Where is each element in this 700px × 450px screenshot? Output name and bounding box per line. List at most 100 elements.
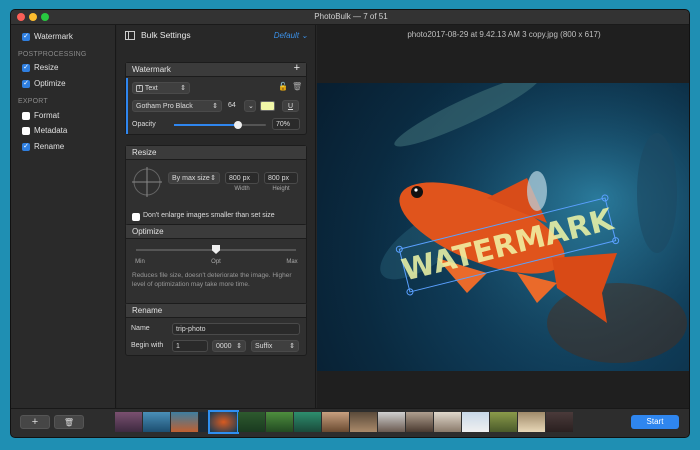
sidebar-item-optimize[interactable]: ✓ Optimize	[22, 79, 66, 88]
opacity-slider-knob[interactable]	[234, 121, 243, 129]
resize-mode-value: By max size	[172, 175, 210, 182]
sidebar-item-watermark[interactable]: ✓ Watermark	[22, 32, 73, 41]
sidebar-item-rename[interactable]: ✓ Rename	[22, 142, 64, 151]
sidebar-item-label: Resize	[34, 63, 59, 72]
sidebar-item-metadata[interactable]: Metadata	[22, 126, 67, 135]
watermark-checkbox[interactable]: ✓	[22, 32, 30, 41]
thumbnail[interactable]	[294, 412, 321, 432]
fish-photo-image: WATERMARK	[317, 83, 689, 371]
text-type-icon: T	[136, 84, 143, 92]
app-window: PhotoBulk — 7 of 51 ✓ Watermark POSTPROC…	[10, 9, 690, 438]
thumbnail[interactable]	[518, 412, 545, 432]
opacity-value-field[interactable]: 70%	[272, 118, 300, 130]
thumbnail[interactable]	[238, 412, 265, 432]
name-field[interactable]: trip-photo	[172, 323, 300, 335]
width-field[interactable]: 800 px	[225, 172, 259, 184]
thumbnail[interactable]	[434, 412, 461, 432]
chevron-updown-icon: ⇕	[212, 103, 218, 110]
thumbnail-selected[interactable]	[208, 410, 239, 434]
chevron-down-icon: ⌄	[301, 30, 308, 40]
lock-icon[interactable]: 🔓	[278, 82, 288, 91]
opacity-slider[interactable]	[174, 121, 266, 129]
thumbnail[interactable]	[143, 412, 170, 432]
postprocessing-header: POSTPROCESSING	[18, 51, 87, 58]
trash-icon: 🗑	[63, 418, 75, 427]
sidebar-toggle-icon[interactable]	[125, 30, 135, 40]
thumbnail-strip[interactable]	[115, 410, 585, 434]
height-field[interactable]: 800 px	[264, 172, 298, 184]
thumbnail[interactable]	[462, 412, 489, 432]
width-value: 800 px	[229, 175, 251, 182]
font-size-field[interactable]: 64	[225, 100, 243, 112]
window-title: PhotoBulk — 7 of 51	[314, 12, 388, 21]
resize-panel-header: Resize	[126, 146, 306, 160]
digits-select[interactable]: 0000 ⇕	[212, 340, 246, 352]
sidebar-item-label: Rename	[34, 142, 65, 151]
trash-icon[interactable]: 🗑	[292, 82, 302, 91]
chevron-down-icon: ⌄	[248, 103, 254, 110]
font-value: Gotham Pro Black	[136, 103, 193, 110]
thumbnail[interactable]	[490, 412, 517, 432]
font-size-value: 64	[228, 102, 236, 109]
dont-enlarge-checkbox[interactable]	[132, 213, 140, 221]
thumbnail[interactable]	[322, 412, 349, 432]
export-header: EXPORT	[18, 98, 48, 105]
optimize-max-label: Max	[286, 259, 298, 265]
watermark-type-value: Text	[144, 85, 158, 92]
resize-checkbox[interactable]: ✓	[22, 63, 30, 72]
preset-label: Default	[273, 30, 300, 40]
name-value: trip-photo	[176, 326, 206, 333]
settings-title: Bulk Settings	[141, 30, 191, 40]
preview-photo: WATERMARK	[317, 83, 689, 371]
sidebar-item-label: Optimize	[34, 79, 66, 88]
sidebar-item-label: Metadata	[34, 126, 68, 135]
thumbnail[interactable]	[115, 412, 142, 432]
watermark-panel: Watermark + T Text ⇕ 🔓 🗑 Gotham Pro Blac…	[125, 62, 307, 135]
optimize-checkbox[interactable]: ✓	[22, 79, 30, 88]
sidebar: ✓ Watermark POSTPROCESSING ✓ Resize ✓ Op…	[11, 25, 116, 408]
underline-button[interactable]: U	[282, 100, 299, 112]
resize-panel-title: Resize	[132, 148, 157, 157]
bottom-bar: + 🗑 Start	[11, 408, 689, 437]
font-select[interactable]: Gotham Pro Black ⇕	[132, 100, 222, 112]
preview-filename: photo2017-08-29 at 9.42.13 AM 3 copy.jpg…	[407, 30, 601, 39]
metadata-checkbox[interactable]	[22, 126, 30, 135]
format-checkbox[interactable]	[22, 111, 30, 120]
begin-with-field[interactable]: 1	[172, 340, 208, 352]
chevron-updown-icon: ⇕	[180, 85, 186, 92]
active-indicator	[126, 78, 128, 134]
remove-images-button[interactable]: 🗑	[54, 415, 84, 429]
dont-enlarge-label: Don't enlarge images smaller than set si…	[143, 212, 275, 219]
thumbnail[interactable]	[266, 412, 293, 432]
thumbnail-gap	[199, 412, 209, 432]
start-button[interactable]: Start	[631, 415, 679, 429]
thumbnail[interactable]	[378, 412, 405, 432]
thumbnail[interactable]	[406, 412, 433, 432]
watermark-type-select[interactable]: T Text ⇕	[132, 82, 190, 94]
begin-with-label: Begin with	[131, 342, 164, 349]
optimize-slider[interactable]	[136, 245, 296, 254]
rename-panel: Rename Name trip-photo Begin with 1 0000…	[125, 303, 307, 356]
begin-with-value: 1	[176, 343, 180, 350]
thumbnail[interactable]	[171, 412, 198, 432]
sidebar-item-label: Watermark	[34, 32, 73, 41]
sidebar-item-resize[interactable]: ✓ Resize	[22, 63, 58, 72]
color-swatch[interactable]	[260, 101, 275, 111]
chevron-updown-icon: ⇕	[236, 343, 242, 350]
optimize-panel-title: Optimize	[132, 227, 164, 236]
optimize-panel-header: Optimize	[126, 225, 306, 239]
add-watermark-button[interactable]: +	[294, 62, 300, 74]
thumbnail[interactable]	[546, 412, 573, 432]
resize-mode-select[interactable]: By max size ⇕	[168, 172, 220, 184]
preview-area: photo2017-08-29 at 9.42.13 AM 3 copy.jpg…	[317, 25, 689, 408]
opacity-label: Opacity	[132, 121, 156, 128]
add-images-button[interactable]: +	[20, 415, 50, 429]
resize-anchor-icon[interactable]	[132, 167, 162, 197]
rename-checkbox[interactable]: ✓	[22, 142, 30, 151]
optimize-slider-knob[interactable]	[212, 245, 220, 254]
sidebar-item-format[interactable]: Format	[22, 111, 59, 120]
font-size-dropdown[interactable]: ⌄	[244, 100, 256, 112]
preset-dropdown[interactable]: Default ⌄	[274, 31, 308, 40]
thumbnail[interactable]	[350, 412, 377, 432]
position-select[interactable]: Suffix ⇕	[251, 340, 299, 352]
